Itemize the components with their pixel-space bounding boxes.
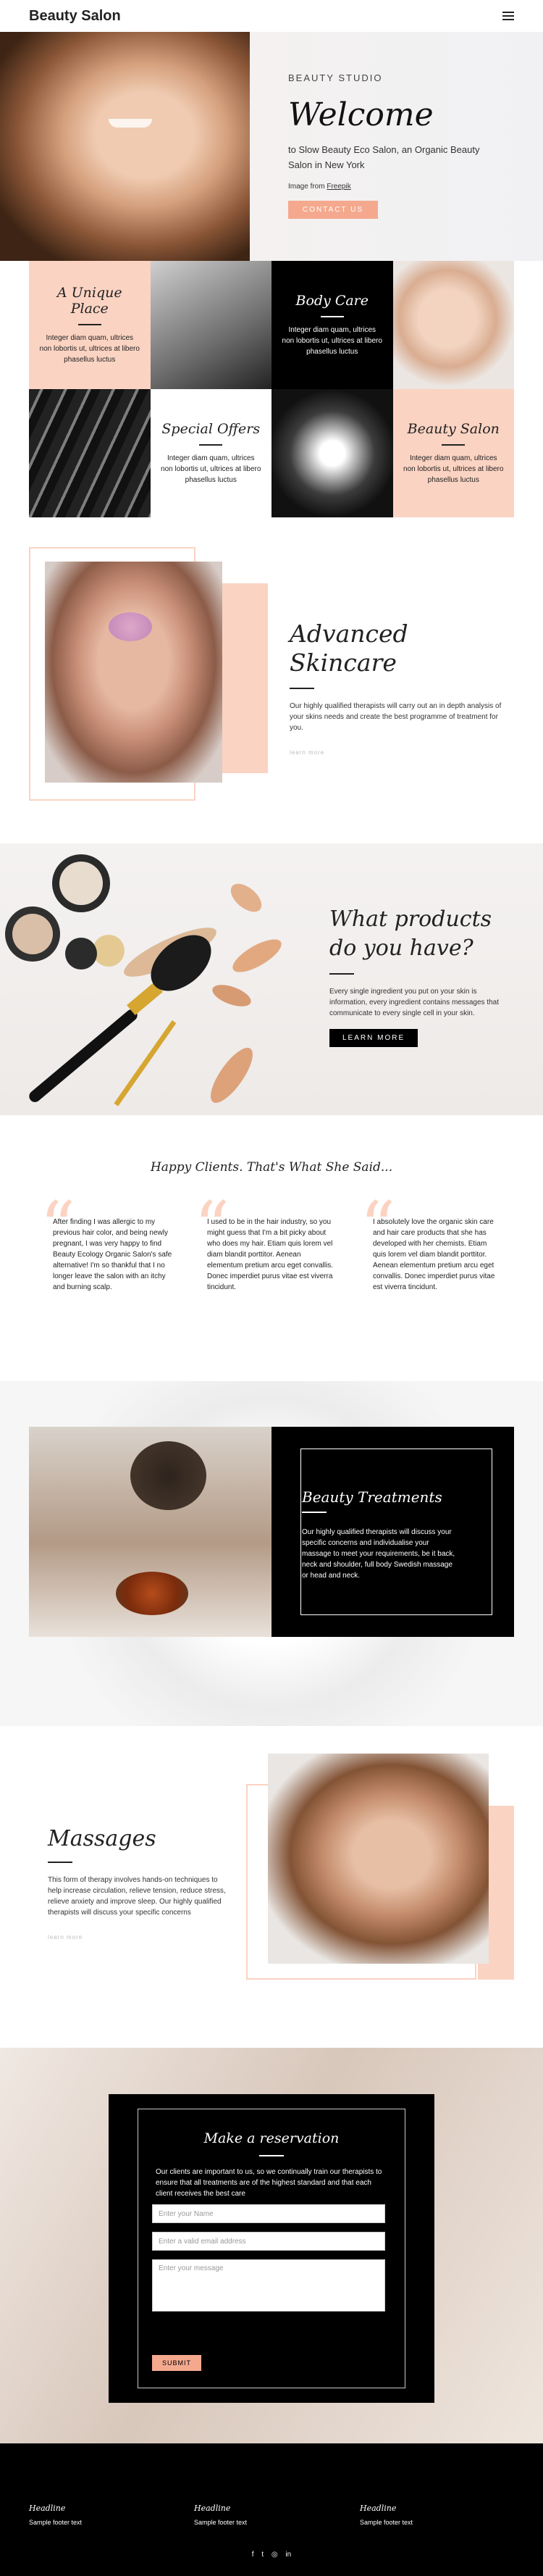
foot-spa-image xyxy=(272,389,393,517)
hero-section: BEAUTY STUDIO Welcome to Slow Beauty Eco… xyxy=(0,32,543,261)
image-credit: Image from Freepik xyxy=(288,183,505,191)
name-input[interactable] xyxy=(152,2204,385,2223)
divider xyxy=(329,973,354,975)
credit-prefix: Image from xyxy=(288,183,325,191)
reservation-title: Make a reservation xyxy=(203,2130,340,2146)
hero-text: BEAUTY STUDIO Welcome to Slow Beauty Eco… xyxy=(288,72,505,219)
site-footer: Headline Sample footer text Headline Sam… xyxy=(0,2443,543,2576)
testimonial-card: “ I absolutely love the organic skin car… xyxy=(360,1193,512,1291)
feature-title: Body Care xyxy=(295,293,369,309)
feature-special-offers: Special Offers Integer diam quam, ultric… xyxy=(150,389,272,517)
facebook-icon[interactable]: f xyxy=(252,2551,254,2559)
reservation-intro: Our clients are important to us, so we c… xyxy=(156,2168,382,2198)
testimonial-text: After finding I was allergic to my previ… xyxy=(53,1218,172,1291)
learn-more-button[interactable]: LEARN MORE xyxy=(329,1029,418,1047)
spa-relax-image xyxy=(150,261,272,389)
hero-title: Welcome xyxy=(288,96,434,133)
linkedin-icon[interactable]: in xyxy=(285,2551,291,2559)
skincare-text: Advanced Skincare Our highly qualified t… xyxy=(290,620,507,756)
divider xyxy=(199,444,223,446)
freepik-link[interactable]: Freepik xyxy=(327,183,350,191)
skincare-title: Advanced Skincare xyxy=(290,620,408,677)
hero-woman-image xyxy=(0,32,250,261)
skincare-learn-more-link[interactable]: learn more xyxy=(290,749,507,756)
social-links: f t ◎ in xyxy=(0,2551,543,2559)
products-section: What products do you have? Every single … xyxy=(0,843,543,1115)
massage-woman-image xyxy=(268,1754,489,1964)
skincare-description: Our highly qualified therapists will car… xyxy=(290,702,502,732)
footer-column: Headline Sample footer text xyxy=(360,2504,490,2526)
massages-description: This form of therapy involves hands-on t… xyxy=(48,1876,226,1917)
divider xyxy=(48,1862,72,1863)
email-input[interactable] xyxy=(152,2232,385,2251)
feature-text: Integer diam quam, ultrices non lobortis… xyxy=(39,334,140,364)
feature-text: Integer diam quam, ultrices non lobortis… xyxy=(403,454,504,484)
treatments-description: Our highly qualified therapists will dis… xyxy=(302,1528,455,1580)
divider xyxy=(259,2155,284,2156)
divider xyxy=(442,444,466,446)
footer-text: Sample footer text xyxy=(29,2519,83,2526)
testimonial-card: “ I used to be in the hair industry, so … xyxy=(194,1193,346,1291)
testimonial-text: I used to be in the hair industry, so yo… xyxy=(207,1218,333,1291)
testimonial-card: “ After finding I was allergic to my pre… xyxy=(40,1193,192,1291)
feature-text: Integer diam quam, ultrices non lobortis… xyxy=(282,326,382,356)
divider xyxy=(320,316,344,317)
instagram-icon[interactable]: ◎ xyxy=(272,2551,278,2559)
divider xyxy=(302,1512,327,1513)
massages-title: Massages xyxy=(48,1826,156,1851)
woman-portrait-image xyxy=(392,261,514,389)
feature-title: Beauty Salon xyxy=(407,421,500,437)
footer-heading: Headline xyxy=(194,2504,231,2513)
contact-us-button[interactable]: CONTACT US xyxy=(288,201,379,219)
massages-section: Massages This form of therapy involves h… xyxy=(0,1746,543,2036)
footer-heading: Headline xyxy=(29,2504,66,2513)
hamburger-icon[interactable] xyxy=(502,12,514,20)
features-grid: A Unique Place Integer diam quam, ultric… xyxy=(29,261,514,517)
feature-title: A Unique Place xyxy=(56,285,122,317)
divider xyxy=(77,324,101,325)
products-text: What products do you have? Every single … xyxy=(329,905,510,1047)
skincare-face-image xyxy=(45,562,222,783)
feature-title: Special Offers xyxy=(161,421,261,437)
feature-body-care: Body Care Integer diam quam, ultrices no… xyxy=(272,261,393,389)
skincare-section: Advanced Skincare Our highly qualified t… xyxy=(0,540,543,808)
testimonial-text: I absolutely love the organic skin care … xyxy=(373,1218,495,1291)
cosmetics-brush-image xyxy=(5,854,282,1106)
massages-text: Massages This form of therapy involves h… xyxy=(48,1826,229,1941)
footer-column: Headline Sample footer text xyxy=(29,2504,159,2526)
hero-subtitle: to Slow Beauty Eco Salon, an Organic Bea… xyxy=(288,144,480,170)
testimonials-section: Happy Clients. That's What She Said... “… xyxy=(0,1151,543,1369)
spa-massage-image xyxy=(29,1427,272,1637)
hero-eyebrow: BEAUTY STUDIO xyxy=(288,72,383,83)
products-title: What products do you have? xyxy=(329,906,492,961)
products-description: Every single ingredient you put on your … xyxy=(329,988,500,1017)
feature-text: Integer diam quam, ultrices non lobortis… xyxy=(161,454,261,484)
treatments-box: Beauty Treatments Our highly qualified t… xyxy=(272,1427,514,1637)
treatments-section: Beauty Treatments Our highly qualified t… xyxy=(0,1381,543,1726)
feature-unique-place: A Unique Place Integer diam quam, ultric… xyxy=(29,261,151,389)
message-textarea[interactable] xyxy=(152,2259,385,2312)
makeup-brushes-image xyxy=(29,389,151,517)
reservation-box: Make a reservation Our clients are impor… xyxy=(109,2094,434,2403)
site-logo[interactable]: Beauty Salon xyxy=(29,8,121,25)
submit-button[interactable]: SUBMIT xyxy=(152,2355,202,2371)
footer-column: Headline Sample footer text xyxy=(194,2504,324,2526)
feature-beauty-salon: Beauty Salon Integer diam quam, ultrices… xyxy=(392,389,514,517)
massages-learn-more-link[interactable]: learn more xyxy=(48,1934,229,1941)
testimonials-title: Happy Clients. That's What She Said... xyxy=(150,1160,393,1175)
twitter-icon[interactable]: t xyxy=(261,2551,264,2559)
footer-text: Sample footer text xyxy=(194,2519,248,2526)
footer-text: Sample footer text xyxy=(360,2519,413,2526)
divider xyxy=(290,688,314,689)
reservation-section: Make a reservation Our clients are impor… xyxy=(0,2048,543,2443)
footer-heading: Headline xyxy=(360,2504,397,2513)
site-header: Beauty Salon xyxy=(0,0,543,32)
treatments-title: Beauty Treatments xyxy=(302,1488,442,1506)
